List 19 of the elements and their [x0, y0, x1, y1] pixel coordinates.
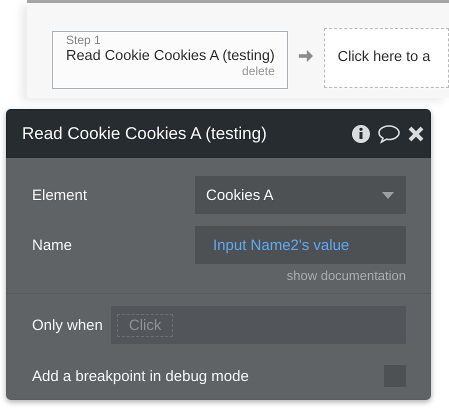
info-icon[interactable] — [351, 124, 371, 144]
field-label: Name — [32, 236, 74, 254]
only-when-label: Only when — [32, 316, 103, 334]
name-field[interactable]: Input Name2's value — [195, 226, 406, 264]
arrow-icon — [298, 48, 314, 64]
breakpoint-label: Add a breakpoint in debug mode — [32, 368, 249, 384]
step-title: Read Cookie Cookies A (testing) — [66, 48, 275, 64]
condition-field[interactable]: Click — [110, 306, 406, 344]
show-documentation-link[interactable]: show documentation — [286, 268, 406, 283]
field-label: Element — [32, 186, 88, 204]
caret-icon — [382, 192, 394, 198]
close-icon[interactable] — [407, 124, 425, 142]
step-label: Step 1 — [66, 33, 102, 47]
step-card[interactable]: Step 1 Read Cookie Cookies A (testing) delete — [52, 31, 288, 89]
add-step-button[interactable]: Click here to a — [324, 28, 449, 88]
comment-icon[interactable] — [377, 124, 401, 144]
delete-link[interactable]: delete — [242, 64, 275, 78]
element-dropdown[interactable]: Cookies A — [195, 176, 406, 214]
dialog-title: Read Cookie Cookies A (testing) — [22, 124, 268, 144]
